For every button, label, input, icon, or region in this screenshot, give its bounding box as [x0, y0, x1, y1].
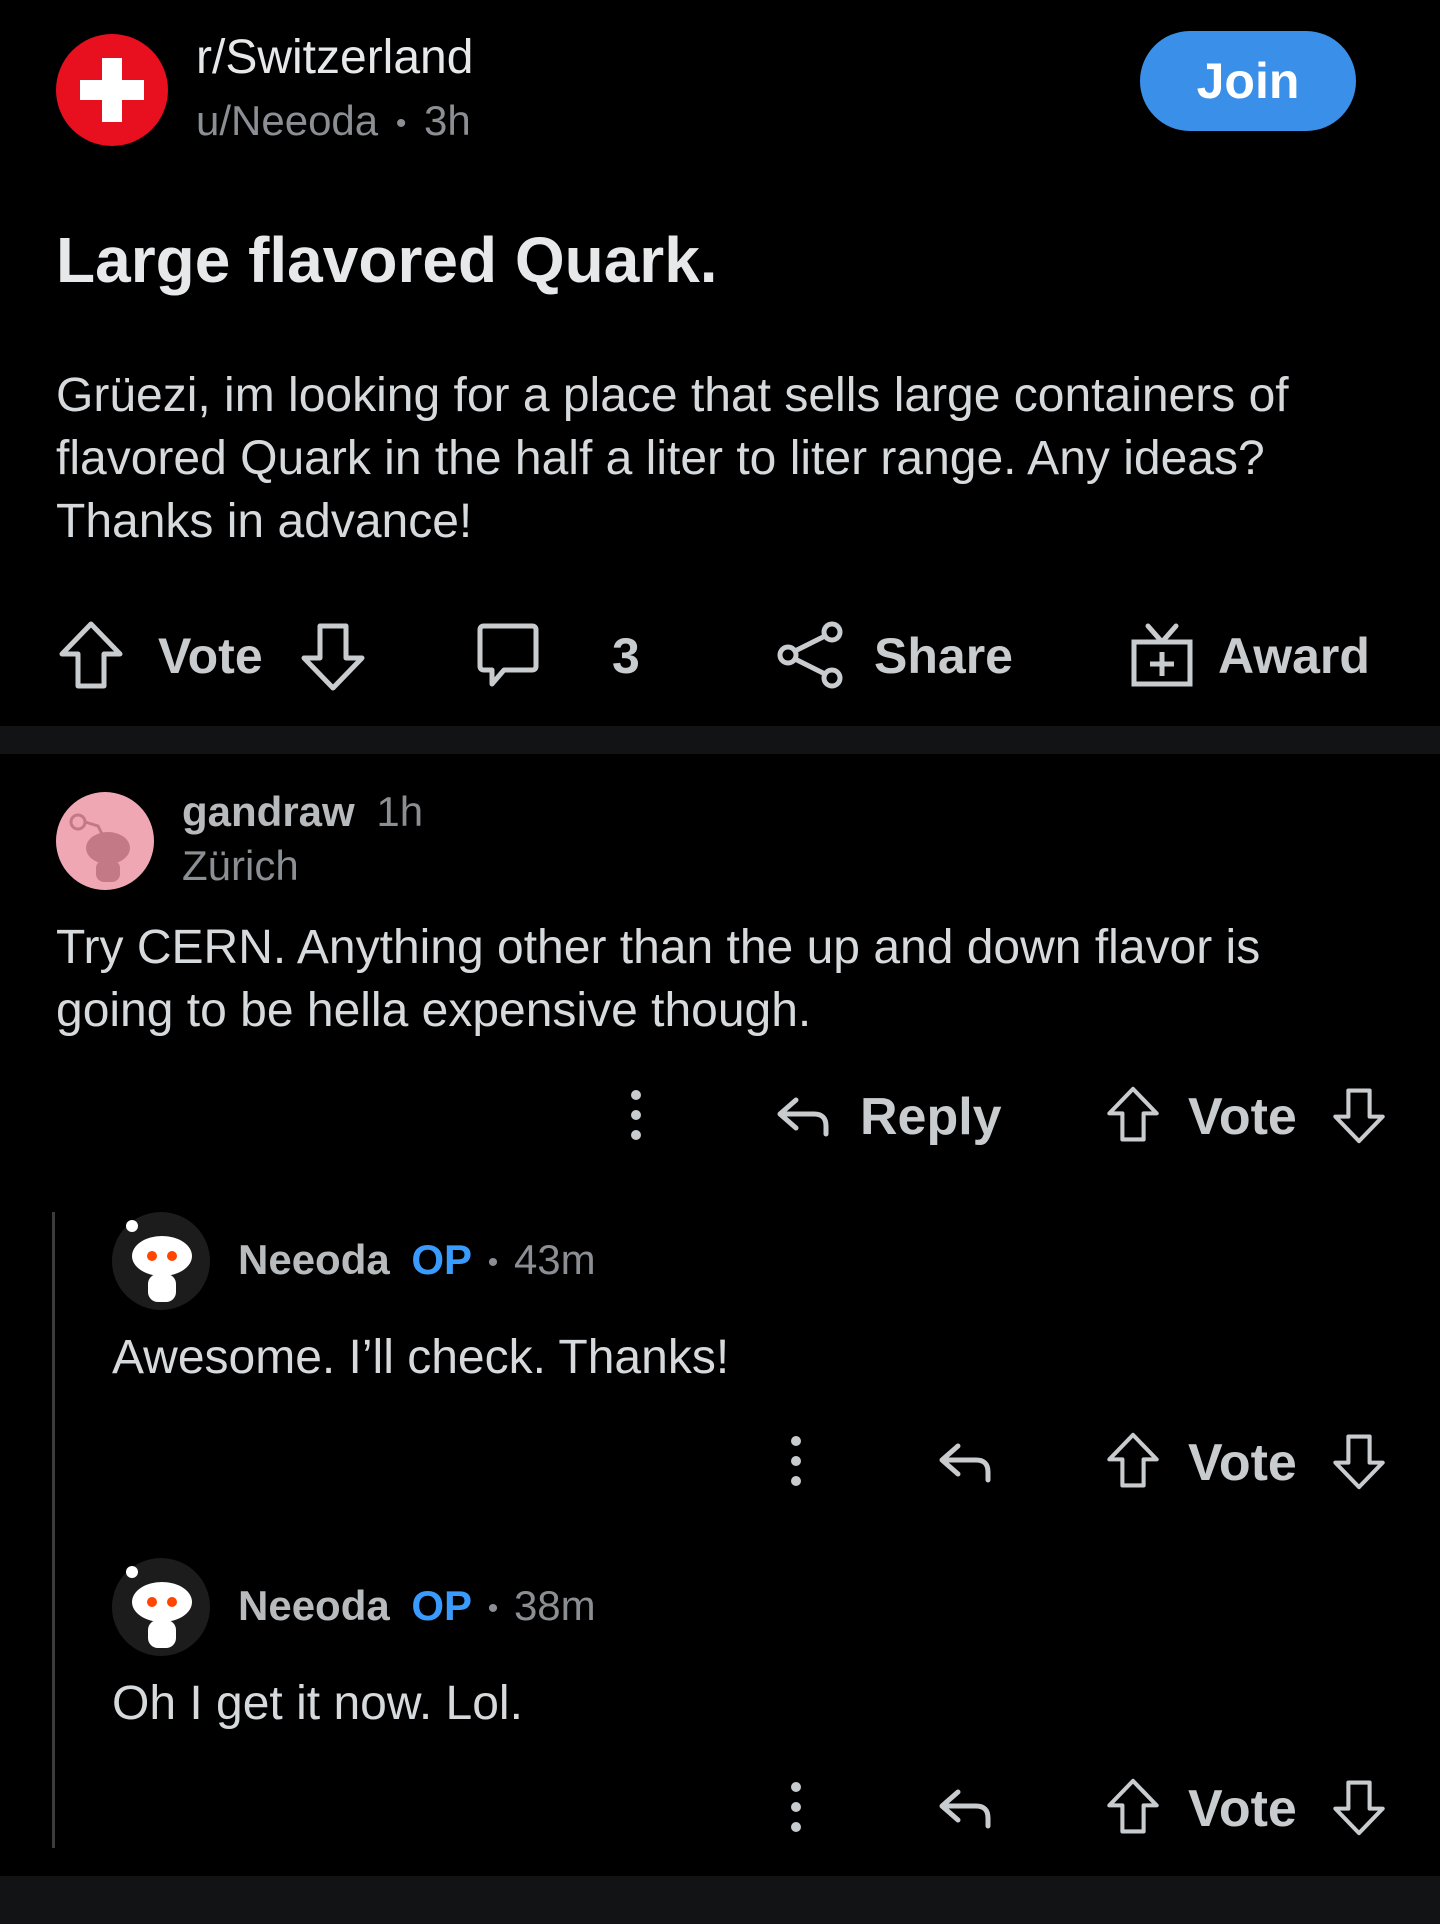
post-award-button[interactable] [1128, 618, 1196, 690]
more-options-button[interactable] [782, 1432, 810, 1490]
snoo-avatar-icon [112, 1212, 210, 1310]
avatar[interactable] [112, 1212, 210, 1310]
arrow-down-icon [1333, 1780, 1385, 1836]
comment-header: gandraw 1h [182, 786, 423, 838]
more-options-button[interactable] [782, 1778, 810, 1836]
vertical-dots-icon [631, 1090, 641, 1140]
arrow-up-icon [1107, 1086, 1159, 1142]
swiss-flag-icon [56, 34, 168, 146]
speech-bubble-icon [477, 623, 539, 687]
post-comment-count: 3 [612, 628, 640, 684]
comment-body: Oh I get it now. Lol. [112, 1677, 523, 1730]
arrow-up-icon [59, 621, 123, 689]
join-label: Join [1196, 53, 1300, 109]
post-downvote-button[interactable] [298, 618, 368, 694]
comment-age: 43m [513, 1236, 596, 1283]
op-badge: OP [411, 1236, 473, 1283]
subreddit-avatar[interactable] [56, 34, 168, 146]
snoo-avatar-icon [112, 1558, 210, 1656]
reply-arrow-icon [939, 1443, 991, 1483]
post-vote-label: Vote [158, 628, 263, 684]
gift-icon [1131, 623, 1193, 687]
comment-downvote-button[interactable] [1330, 1084, 1388, 1146]
post-award-label[interactable]: Award [1218, 626, 1370, 686]
comment-author[interactable]: gandraw [182, 788, 355, 835]
comment-author[interactable]: Neeoda [238, 1236, 390, 1283]
comment-upvote-button[interactable] [1104, 1776, 1162, 1838]
reply-arrow-icon [939, 1789, 991, 1829]
comment-header: Neeoda OP • 43m [238, 1234, 596, 1289]
comment-downvote-button[interactable] [1330, 1776, 1388, 1838]
section-divider [0, 726, 1440, 754]
comment-vote-label: Vote [1188, 1088, 1297, 1146]
subreddit-name[interactable]: r/Switzerland [196, 30, 473, 86]
comment-vote-label: Vote [1188, 1434, 1297, 1492]
post-body: Grüezi, im looking for a place that sell… [56, 369, 1289, 548]
meta-separator: • [487, 1591, 499, 1625]
arrow-down-icon [301, 623, 365, 691]
comment-header: Neeoda OP • 38m [238, 1580, 596, 1635]
meta-separator: • [395, 106, 407, 140]
avatar[interactable] [56, 792, 154, 890]
arrow-down-icon [1333, 1088, 1385, 1144]
vertical-dots-icon [791, 1782, 801, 1832]
bottom-divider [0, 1876, 1440, 1924]
comment-upvote-button[interactable] [1104, 1084, 1162, 1146]
post-title: Large flavored Quark. [56, 224, 718, 296]
post-comments-button[interactable] [474, 618, 542, 694]
comment-upvote-button[interactable] [1104, 1430, 1162, 1492]
comment-author[interactable]: Neeoda [238, 1582, 390, 1629]
reply-button[interactable] [936, 1432, 994, 1490]
avatar[interactable] [112, 1558, 210, 1656]
post-age: 3h [424, 97, 471, 144]
op-badge: OP [411, 1582, 473, 1629]
comment-downvote-button[interactable] [1330, 1430, 1388, 1492]
reply-label[interactable]: Reply [860, 1086, 1002, 1148]
post-share-button[interactable] [776, 620, 846, 690]
thread-line[interactable] [52, 1212, 55, 1848]
reply-button[interactable] [936, 1778, 994, 1836]
post-author[interactable]: u/Neeoda [196, 97, 378, 144]
comment-vote-label: Vote [1188, 1780, 1297, 1838]
meta-separator: • [487, 1245, 499, 1279]
snoo-avatar-icon [56, 792, 154, 890]
comment-body: Awesome. I’ll check. Thanks! [112, 1331, 730, 1384]
comment-age: 38m [513, 1582, 596, 1629]
comment-body: Try CERN. Anything other than the up and… [56, 921, 1261, 1037]
share-nodes-icon [777, 621, 843, 689]
post-meta: u/Neeoda • 3h [196, 96, 471, 149]
arrow-down-icon [1333, 1434, 1385, 1490]
more-options-button[interactable] [622, 1086, 650, 1144]
reply-button[interactable] [774, 1086, 832, 1144]
post-upvote-button[interactable] [56, 618, 126, 694]
comment-age: 1h [376, 788, 424, 835]
user-flair: Zürich [182, 842, 299, 889]
join-button[interactable]: Join [1140, 31, 1356, 131]
arrow-up-icon [1107, 1778, 1159, 1834]
vertical-dots-icon [791, 1436, 801, 1486]
arrow-up-icon [1107, 1432, 1159, 1488]
reply-arrow-icon [777, 1097, 829, 1137]
post-share-label[interactable]: Share [874, 626, 1013, 686]
